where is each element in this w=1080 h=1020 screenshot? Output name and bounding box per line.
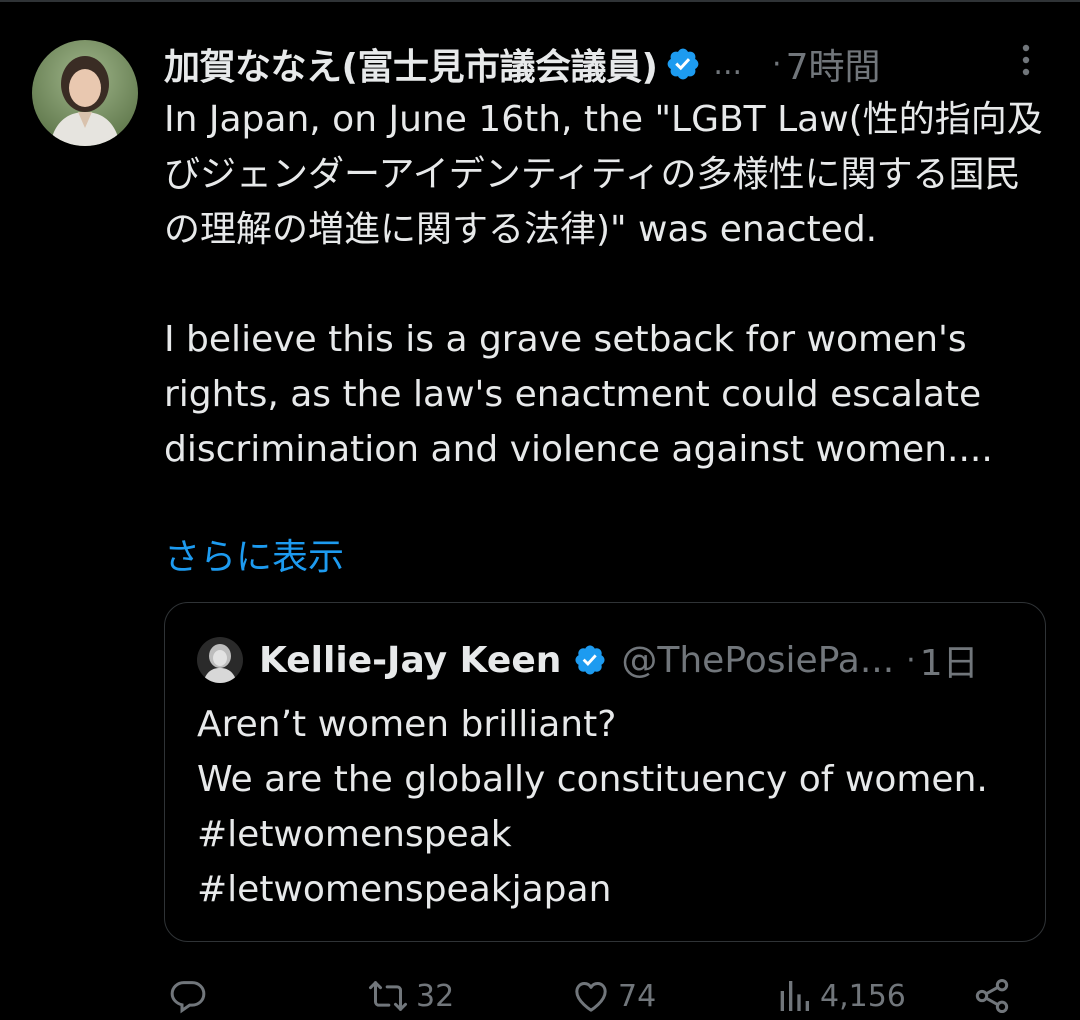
reply-button[interactable] bbox=[168, 972, 214, 1020]
tweet-header: 加賀ななえ(富士見市議会議員) ... · 7時間 bbox=[164, 36, 1044, 92]
views-icon bbox=[774, 976, 814, 1016]
view-count: 4,156 bbox=[820, 978, 906, 1014]
author-avatar[interactable] bbox=[32, 40, 138, 146]
quoted-tweet[interactable]: Kellie-Jay Keen @ThePosiePa... · 1日 Aren… bbox=[164, 602, 1046, 942]
author-name[interactable]: 加賀ななえ(富士見市議会議員) bbox=[164, 38, 658, 90]
separator-dot: · bbox=[906, 642, 916, 678]
retweet-icon bbox=[366, 976, 410, 1016]
reply-icon bbox=[168, 976, 208, 1016]
like-count: 74 bbox=[618, 978, 657, 1014]
retweet-button[interactable]: 32 bbox=[366, 972, 454, 1020]
name-truncation: ... bbox=[713, 46, 743, 82]
retweet-count: 32 bbox=[416, 978, 455, 1014]
quote-author-handle: @ThePosiePa... bbox=[621, 639, 895, 681]
tweet-actions-bar: 32 74 4,156 bbox=[164, 972, 1044, 1020]
more-vertical-icon[interactable] bbox=[1010, 40, 1042, 80]
verified-badge-icon[interactable] bbox=[665, 46, 701, 82]
quote-text: Aren’t women brilliant? We are the globa… bbox=[197, 704, 988, 910]
top-divider bbox=[0, 0, 1080, 2]
share-button[interactable] bbox=[972, 972, 1012, 1020]
separator-dot: · bbox=[772, 46, 782, 82]
verified-badge-icon bbox=[573, 643, 607, 677]
quote-timestamp: 1日 bbox=[919, 643, 979, 684]
quote-author-name: Kellie-Jay Keen bbox=[259, 639, 562, 681]
tweet-timestamp[interactable]: 7時間 bbox=[786, 38, 881, 90]
quote-header: Kellie-Jay Keen @ThePosiePa... · 1日 bbox=[197, 633, 1027, 687]
like-button[interactable]: 74 bbox=[570, 972, 656, 1020]
share-icon bbox=[972, 976, 1012, 1016]
views-button[interactable]: 4,156 bbox=[774, 972, 906, 1020]
heart-icon bbox=[570, 976, 612, 1016]
show-more-link[interactable]: さらに表示 bbox=[164, 530, 344, 585]
quote-author-avatar[interactable] bbox=[197, 637, 243, 683]
tweet-text: In Japan, on June 16th, the "LGBT Law(性的… bbox=[164, 99, 1043, 470]
